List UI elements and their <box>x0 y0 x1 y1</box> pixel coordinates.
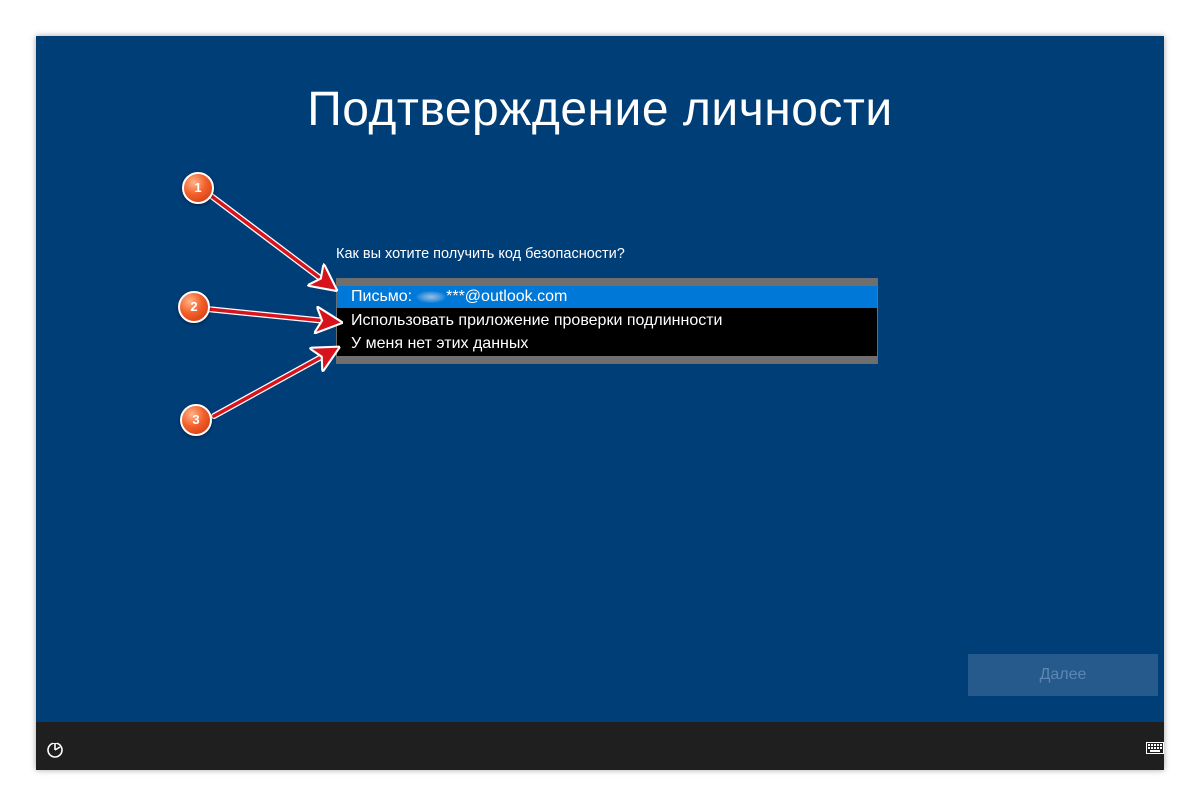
page-title: Подтверждение личности <box>307 83 893 136</box>
annotation-badge-2: 2 <box>178 291 210 323</box>
keyboard-icon[interactable] <box>1146 742 1164 754</box>
option-email-prefix: Письмо: <box>351 288 413 305</box>
annotation-badge-3: 3 <box>180 404 212 436</box>
redacted-email-blur <box>416 290 447 303</box>
option-authenticator-app[interactable]: Использовать приложение проверки подлинн… <box>337 310 877 332</box>
ease-of-access-icon[interactable] <box>44 738 66 760</box>
list-scroll-top <box>337 279 877 286</box>
identity-verification-screen: Подтверждение личности Как вы хотите пол… <box>36 36 1164 722</box>
list-scroll-bottom <box>337 356 877 363</box>
option-email-suffix: ***@outlook.com <box>446 288 568 305</box>
bottom-bar <box>36 722 1164 770</box>
security-code-method-list[interactable]: Письмо: ***@outlook.com Использовать прил… <box>336 278 878 364</box>
option-no-data[interactable]: У меня нет этих данных <box>337 333 877 355</box>
annotation-badge-1: 1 <box>182 172 214 204</box>
security-code-question: Как вы хотите получить код безопасности? <box>336 246 625 262</box>
option-email[interactable]: Письмо: ***@outlook.com <box>337 286 877 308</box>
oobe-window: Подтверждение личности Как вы хотите пол… <box>36 36 1164 770</box>
next-button[interactable]: Далее <box>968 654 1158 696</box>
